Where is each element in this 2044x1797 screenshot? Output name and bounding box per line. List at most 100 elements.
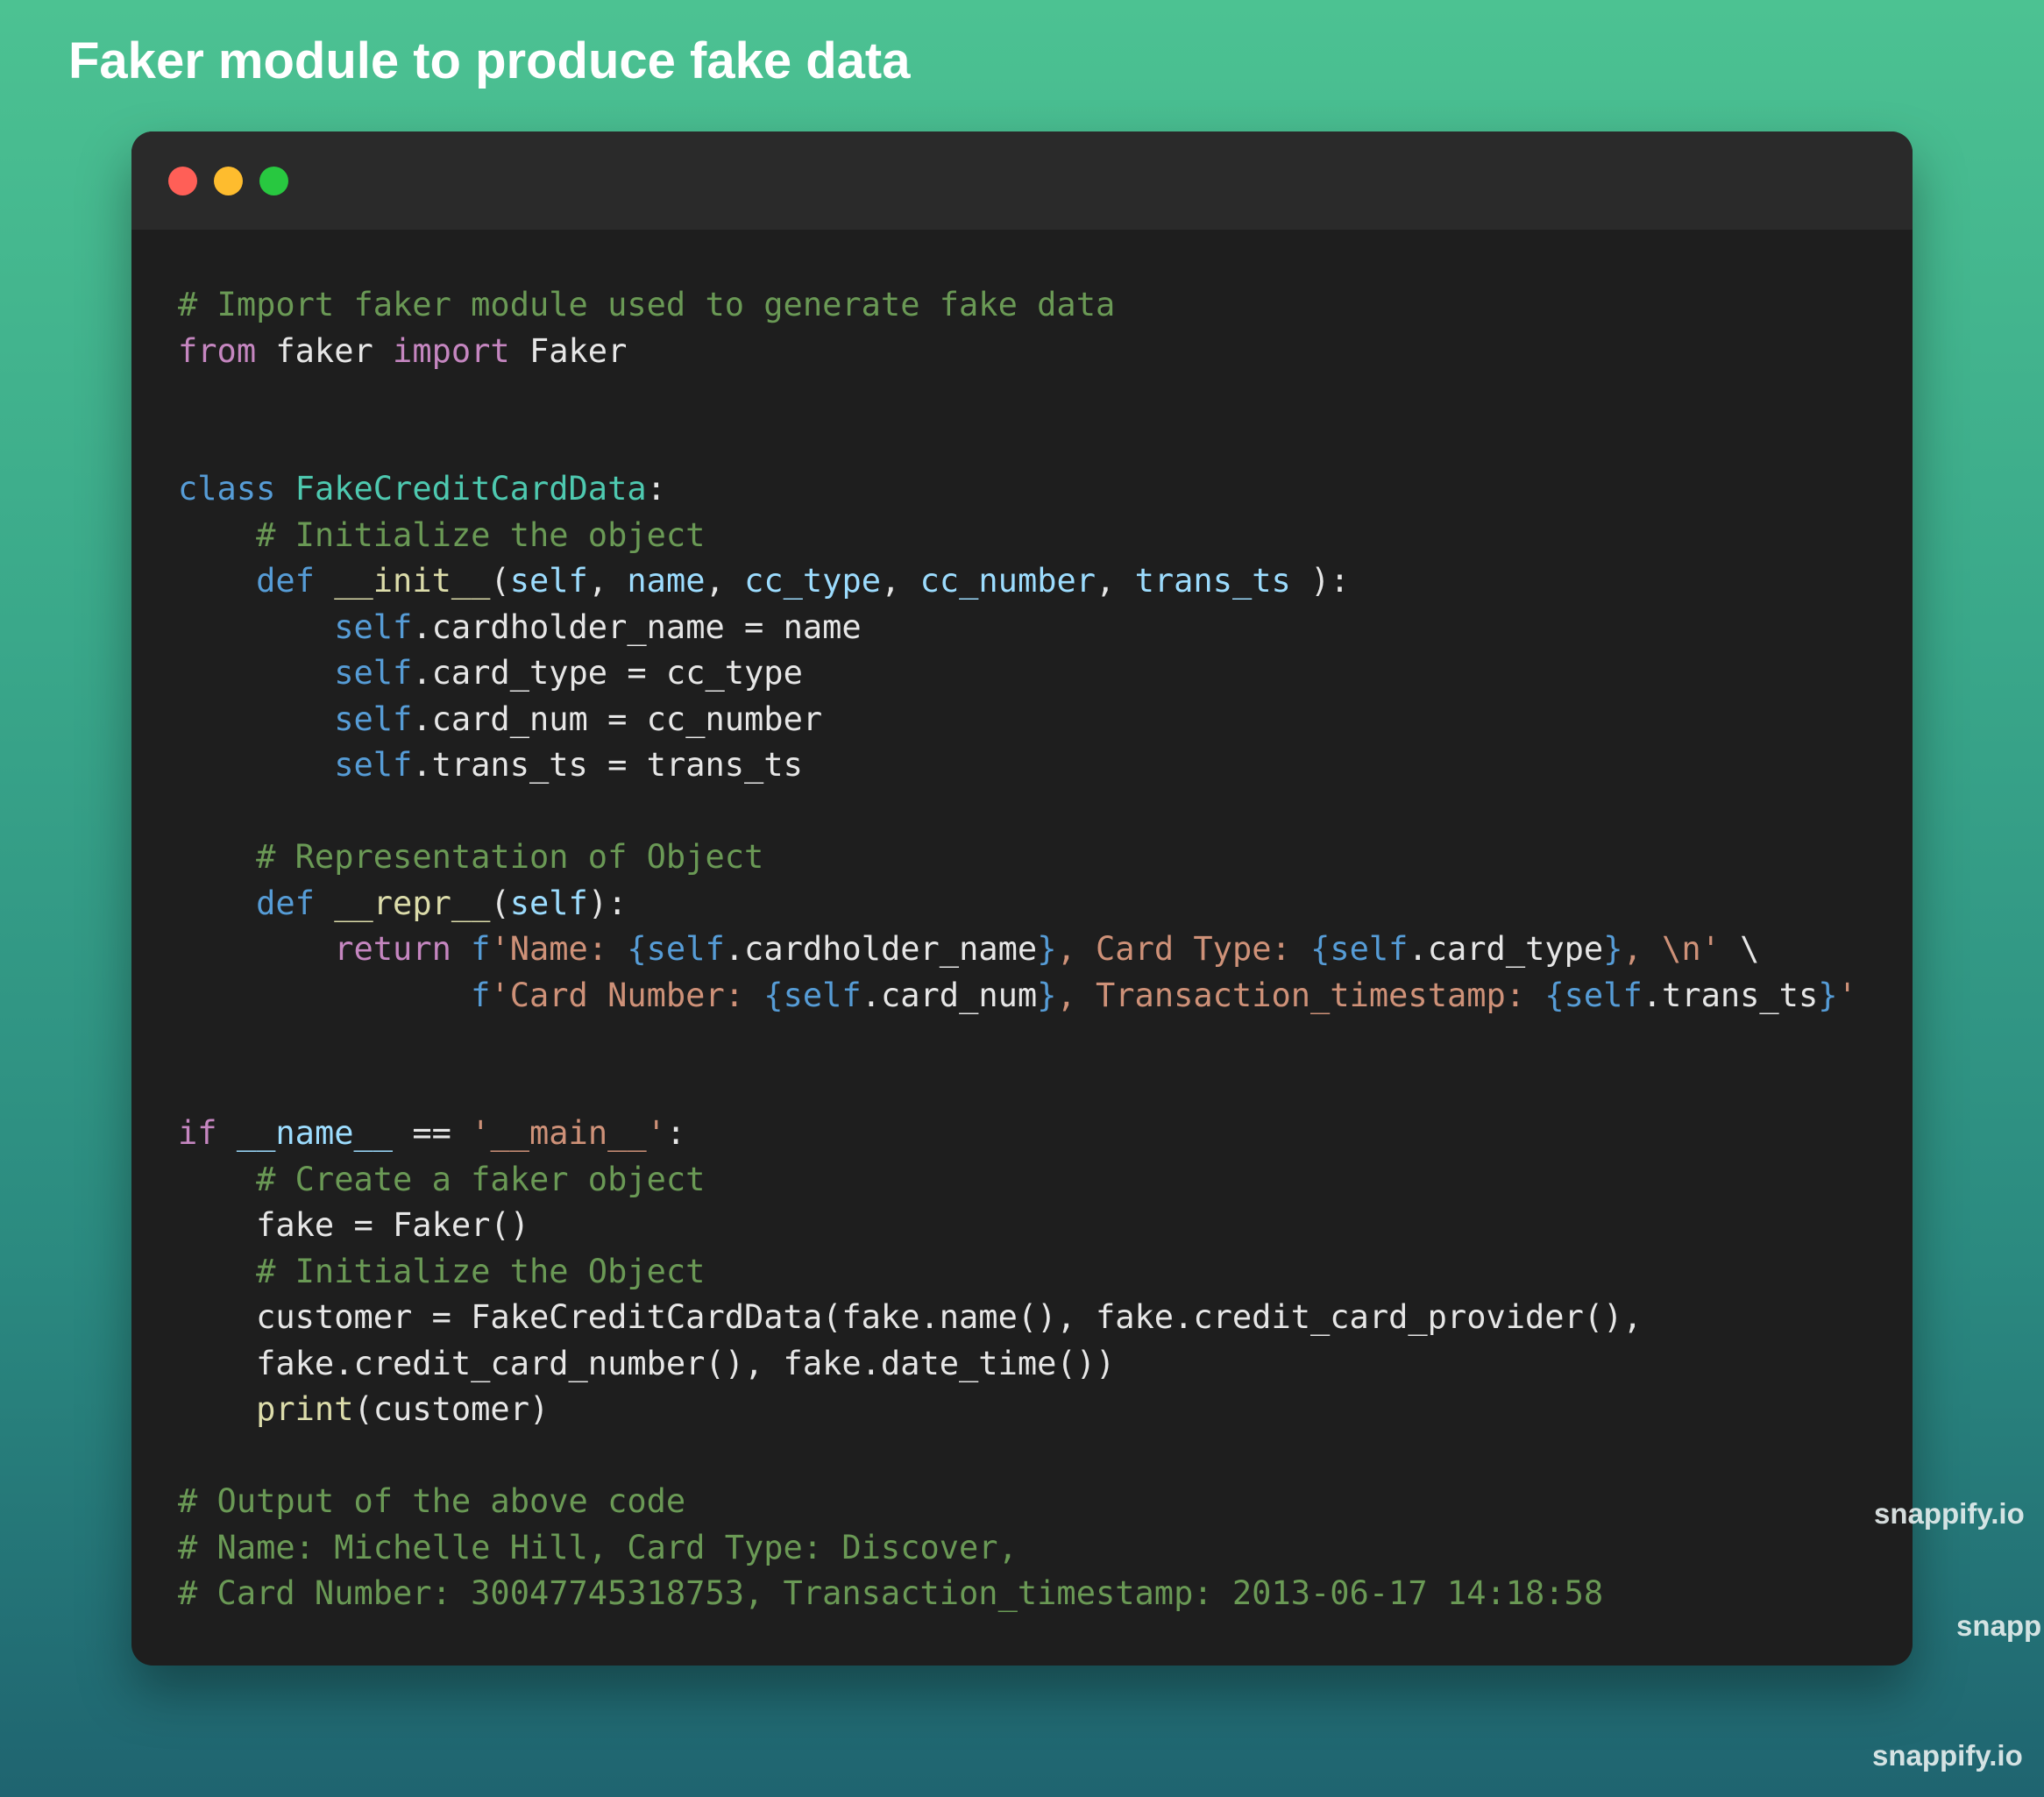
code-token-storage: f (471, 930, 491, 968)
code-line: # Name: Michelle Hill, Card Type: Discov… (178, 1525, 1857, 1572)
code-line: print(customer) (178, 1387, 1857, 1433)
code-token-plain: customer = FakeCreditCardData(fake.name(… (178, 1298, 1643, 1336)
code-line: class FakeCreditCardData: (178, 466, 1857, 513)
code-token-plain: ( (490, 562, 510, 600)
code-token-plain: Faker (509, 331, 628, 370)
code-line: # Card Number: 30047745318753, Transacti… (178, 1571, 1857, 1617)
code-token-param: cc_type (744, 562, 881, 600)
code-token-self: self (334, 746, 413, 784)
code-token-storage: class (178, 470, 276, 508)
code-token-param: self (509, 562, 588, 600)
code-token-storage: } (1037, 930, 1057, 968)
code-line: self.cardholder_name = name (178, 605, 1857, 651)
maximize-window-icon[interactable] (259, 167, 288, 195)
code-token-string: , \n' (1622, 930, 1721, 968)
window-title-bar (131, 131, 1913, 230)
code-token-string: 'Card Number: (490, 976, 764, 1014)
code-token-self: self (334, 654, 413, 692)
code-line: # Import faker module used to generate f… (178, 282, 1857, 329)
close-window-icon[interactable] (168, 167, 197, 195)
code-line: # Representation of Object (178, 835, 1857, 881)
code-token-plain: , (587, 562, 628, 600)
code-line: customer = FakeCreditCardData(fake.name(… (178, 1295, 1857, 1341)
code-line: self.card_num = cc_number (178, 697, 1857, 743)
code-line: self.trans_ts = trans_ts (178, 742, 1857, 789)
code-token-plain: fake.credit_card_number(), fake.date_tim… (178, 1344, 1116, 1382)
code-token-plain: fake = Faker() (178, 1206, 529, 1244)
code-token-storage: {self (1544, 976, 1643, 1014)
code-token-storage: def (256, 562, 315, 600)
watermark: snappify.io (1874, 1497, 2025, 1530)
code-token-storage: } (1603, 930, 1623, 968)
code-token-plain: .trans_ts = trans_ts (412, 746, 803, 784)
code-token-plain: .cardholder_name (724, 930, 1038, 968)
code-token-self: self (334, 700, 413, 738)
code-token-storage: } (1818, 976, 1838, 1014)
code-token-plain: .trans_ts (1642, 976, 1819, 1014)
code-line: # Create a faker object (178, 1157, 1857, 1204)
code-token-plain: == (393, 1114, 472, 1152)
code-token-string: '__main__' (471, 1114, 666, 1152)
code-line: return f'Name: {self.cardholder_name}, C… (178, 927, 1857, 973)
code-token-plain: .cardholder_name = name (412, 607, 862, 646)
code-token-comment: # Card Number: 30047745318753, Transacti… (178, 1574, 1604, 1612)
code-token-param: cc_number (919, 562, 1097, 600)
code-token-plain: : (646, 470, 666, 508)
code-token-plain: ( (490, 884, 510, 922)
code-token-plain: , (705, 562, 745, 600)
code-line: # Output of the above code (178, 1479, 1857, 1525)
code-window: # Import faker module used to generate f… (131, 131, 1913, 1666)
code-token-keyword: from (178, 331, 257, 370)
code-line: from faker import Faker (178, 329, 1857, 375)
code-token-string: ' (1837, 976, 1857, 1014)
code-token-storage: {self (763, 976, 862, 1014)
code-token-storage: f (471, 976, 491, 1014)
minimize-window-icon[interactable] (214, 167, 243, 195)
code-line: def __repr__(self): (178, 881, 1857, 927)
code-token-param: name (627, 562, 706, 600)
code-token-comment: # Import faker module used to generate f… (178, 286, 1116, 323)
code-line: # Initialize the object (178, 513, 1857, 559)
code-token-self: self (334, 607, 413, 646)
code-line: fake = Faker() (178, 1203, 1857, 1249)
code-token-storage: def (256, 884, 315, 922)
code-token-func: __repr__ (334, 884, 491, 922)
code-token-plain: ): (1290, 562, 1350, 600)
code-token-string: , Card Type: (1056, 930, 1311, 968)
code-line: def __init__(self, name, cc_type, cc_num… (178, 558, 1857, 605)
code-token-func: print (256, 1390, 354, 1428)
code-token-storage: {self (627, 930, 725, 968)
code-token-comment: # Output of the above code (178, 1482, 686, 1520)
code-token-comment: # Create a faker object (256, 1160, 706, 1198)
code-line: if __name__ == '__main__': (178, 1111, 1857, 1157)
code-line: fake.credit_card_number(), fake.date_tim… (178, 1341, 1857, 1388)
code-token-keyword: if (178, 1114, 217, 1152)
code-token-plain: faker (256, 331, 394, 370)
code-token-param: __name__ (236, 1114, 394, 1152)
code-token-class: FakeCreditCardData (295, 470, 647, 508)
code-token-plain: , (881, 562, 920, 600)
page-title: Faker module to produce fake data (68, 32, 911, 89)
code-line: self.card_type = cc_type (178, 650, 1857, 697)
code-token-comment: # Initialize the Object (256, 1252, 706, 1290)
code-token-plain: \ (1720, 930, 1760, 968)
code-token-comment: # Representation of Object (256, 838, 764, 876)
